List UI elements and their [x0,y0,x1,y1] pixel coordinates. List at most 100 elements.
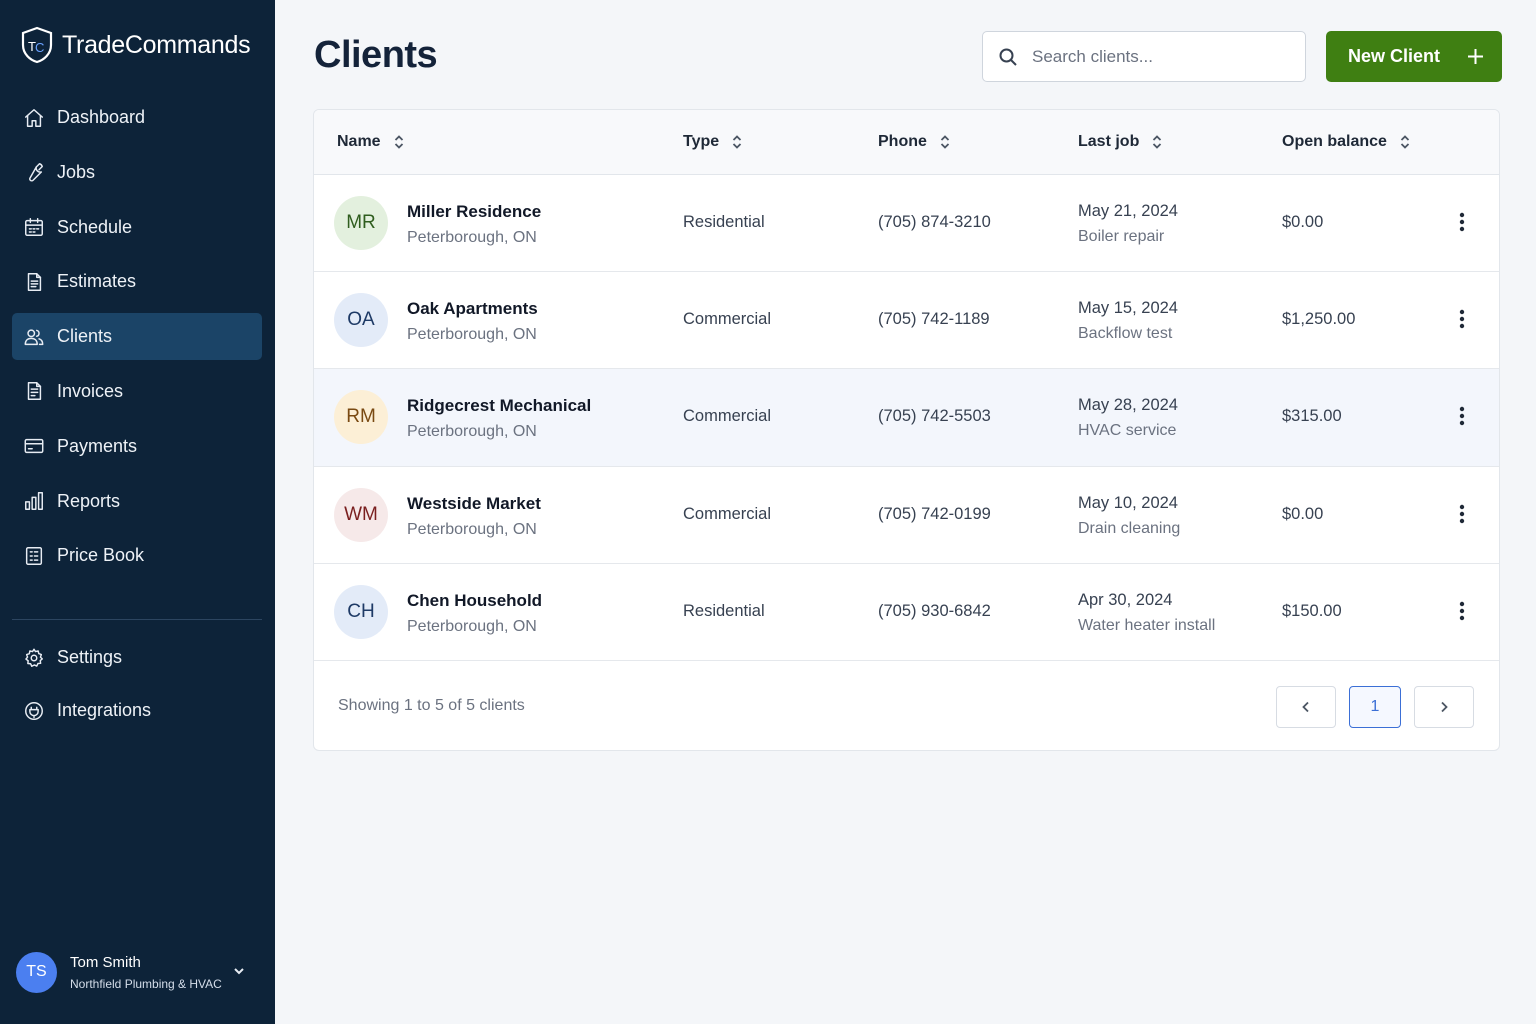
sidebar-item-dashboard[interactable]: Dashboard [12,94,262,141]
user-menu[interactable]: TS Tom Smith Northfield Plumbing & HVAC [16,950,256,994]
client-name[interactable]: Ridgecrest Mechanical [407,396,591,416]
svg-text:C: C [35,40,44,55]
next-page-button[interactable] [1414,686,1474,728]
column-header-type[interactable]: Type [683,133,743,151]
client-type: Commercial [683,505,772,523]
client-avatar: MR [334,196,388,250]
last-job-description: Boiler repair [1078,228,1165,245]
brand[interactable]: T C TradeCommands [20,26,251,64]
new-client-button[interactable]: New Client [1326,31,1502,82]
table-row[interactable]: CH Chen Household Peterborough, ON Resid… [314,564,1499,661]
client-location: Peterborough, ON [407,229,537,246]
sidebar-item-payments[interactable]: Payments [12,423,262,470]
sidebar-nav: Dashboard Jobs Schedule Estimates Client… [12,94,262,587]
open-balance: $150.00 [1282,602,1342,620]
sidebar-secondary-nav: Settings Integrations [12,634,262,740]
client-phone: (705) 742-5503 [878,407,991,425]
price-book-icon [23,545,45,567]
table-row[interactable]: MR Miller Residence Peterborough, ON Res… [314,175,1499,272]
table-header: Name Type Phone Last job Open balance [314,110,1499,175]
users-icon [23,326,45,348]
column-header-open-balance[interactable]: Open balance [1282,133,1411,151]
column-header-last-job[interactable]: Last job [1078,133,1163,151]
sidebar-item-label: Invoices [57,380,124,401]
column-label: Name [337,133,381,150]
column-label: Open balance [1282,133,1387,150]
sidebar-item-clients[interactable]: Clients [12,313,262,361]
chevron-left-icon [1302,701,1309,713]
row-actions-menu[interactable] [1452,598,1472,624]
plus-icon [1468,49,1483,64]
sidebar-item-schedule[interactable]: Schedule [12,204,262,251]
sidebar-item-label: Reports [57,490,121,511]
client-phone: (705) 874-3210 [878,213,991,231]
sidebar-item-price-book[interactable]: Price Book [12,532,262,579]
calendar-icon [23,216,45,238]
client-phone: (705) 742-1189 [878,310,990,328]
more-vertical-icon [1459,309,1465,329]
sidebar-item-reports[interactable]: Reports [12,478,262,525]
chevron-down-icon[interactable] [232,964,246,978]
sidebar-item-label: Price Book [57,545,145,566]
column-header-name[interactable]: Name [337,133,405,151]
client-name[interactable]: Oak Apartments [407,299,538,319]
wrench-icon [23,161,45,183]
sort-icon [940,135,950,149]
sidebar-item-invoices[interactable]: Invoices [12,368,262,415]
sort-icon [1400,135,1410,149]
client-phone: (705) 930-6842 [878,602,991,620]
client-type: Residential [683,213,765,231]
sidebar-item-label: Settings [57,647,123,667]
row-actions-menu[interactable] [1452,209,1472,235]
sidebar: T C TradeCommands Dashboard Jobs Schedul… [0,0,275,1024]
client-avatar: CH [334,585,388,639]
client-phone: (705) 742-0199 [878,505,991,523]
sidebar-item-integrations[interactable]: Integrations [12,687,262,734]
client-name[interactable]: Chen Household [407,591,542,611]
column-label: Last job [1078,133,1140,150]
column-label: Type [683,133,720,150]
bar-chart-icon [23,490,45,512]
page-button-current[interactable]: 1 [1349,686,1401,728]
client-name[interactable]: Miller Residence [407,202,541,222]
document-icon [23,271,45,293]
new-client-label: New Client [1348,46,1441,66]
row-actions-menu[interactable] [1452,403,1472,429]
page-title: Clients [314,34,438,76]
more-vertical-icon [1459,504,1465,524]
client-name[interactable]: Westside Market [407,494,541,514]
last-job-date: May 28, 2024 [1078,396,1178,414]
sidebar-item-label: Clients [57,326,113,347]
last-job-description: Drain cleaning [1078,520,1181,537]
home-icon [23,107,45,129]
column-header-phone[interactable]: Phone [878,133,951,151]
sidebar-item-settings[interactable]: Settings [12,634,262,681]
brand-logo-icon: T C [21,26,53,64]
client-location: Peterborough, ON [407,618,537,635]
table-row[interactable]: RM Ridgecrest Mechanical Peterborough, O… [314,369,1499,467]
sidebar-item-jobs[interactable]: Jobs [12,149,262,196]
sort-icon [733,135,742,149]
sidebar-item-estimates[interactable]: Estimates [12,258,262,305]
last-job-date: May 21, 2024 [1078,202,1178,220]
sort-icon [1153,135,1162,149]
open-balance: $1,250.00 [1282,310,1356,328]
open-balance: $0.00 [1282,213,1324,231]
open-balance: $315.00 [1282,407,1342,425]
previous-page-button[interactable] [1276,686,1336,728]
row-actions-menu[interactable] [1452,306,1472,332]
invoice-icon [23,380,45,402]
last-job-description: Backflow test [1078,325,1173,342]
client-avatar: OA [334,293,388,347]
search-input[interactable] [1032,46,1282,67]
client-avatar: RM [334,390,388,444]
table-row[interactable]: OA Oak Apartments Peterborough, ON Comme… [314,272,1499,369]
search-box[interactable] [982,31,1306,82]
client-avatar: WM [334,488,388,542]
row-actions-menu[interactable] [1452,501,1472,527]
chevron-right-icon [1441,701,1448,713]
last-job-date: Apr 30, 2024 [1078,591,1173,609]
user-info: Tom Smith Northfield Plumbing & HVAC [70,954,222,991]
client-location: Peterborough, ON [407,521,537,538]
table-row[interactable]: WM Westside Market Peterborough, ON Comm… [314,467,1499,564]
